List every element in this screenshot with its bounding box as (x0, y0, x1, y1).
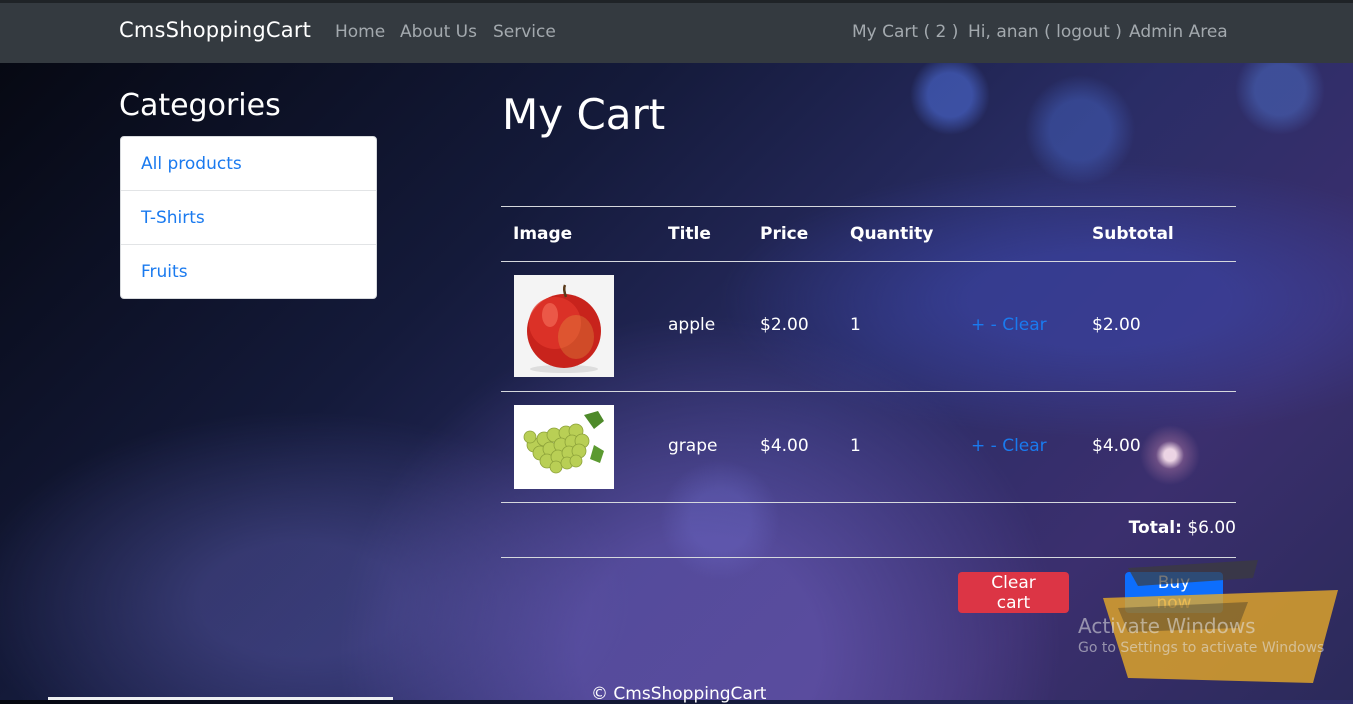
top-navbar: CmsShoppingCart Home About Us Service My… (0, 0, 1353, 63)
total-label: Total: (1128, 518, 1182, 538)
nav-service-link[interactable]: Service (493, 22, 556, 42)
row-actions: + - Clear (971, 315, 1047, 335)
apple-image (514, 275, 614, 377)
row-quantity: 1 (850, 436, 861, 456)
header-image: Image (513, 224, 573, 244)
nav-user-logout-link[interactable]: Hi, anan ( logout ) (968, 22, 1122, 42)
row-title: grape (668, 436, 718, 456)
decrease-quantity-link[interactable]: - (991, 315, 997, 335)
header-price: Price (760, 224, 809, 244)
category-item[interactable]: Fruits (121, 245, 376, 298)
activate-line1: Activate Windows (1078, 614, 1256, 638)
category-item[interactable]: T-Shirts (121, 191, 376, 245)
row-title: apple (668, 315, 716, 335)
category-fruits-link[interactable]: Fruits (141, 262, 188, 282)
table-divider (501, 261, 1236, 262)
header-quantity: Quantity (850, 224, 934, 244)
increase-quantity-link[interactable]: + (971, 315, 985, 335)
clear-item-link[interactable]: Clear (1002, 436, 1046, 456)
cart-total: Total: $6.00 (1129, 518, 1236, 538)
nav-my-cart-link[interactable]: My Cart ( 2 ) (852, 22, 958, 42)
brand-link[interactable]: CmsShoppingCart (119, 18, 311, 42)
activate-line2: Go to Settings to activate Windows (1078, 640, 1325, 656)
row-price: $2.00 (760, 315, 809, 335)
page-title: My Cart (502, 90, 666, 139)
row-actions: + - Clear (971, 436, 1047, 456)
increase-quantity-link[interactable]: + (971, 436, 985, 456)
row-quantity: 1 (850, 315, 861, 335)
table-divider (501, 502, 1236, 503)
clear-cart-button[interactable]: Clear cart (958, 572, 1069, 613)
nav-home-link[interactable]: Home (335, 22, 385, 42)
category-all-products-link[interactable]: All products (141, 154, 242, 174)
grape-image (514, 405, 614, 489)
categories-list: All products T-Shirts Fruits (120, 136, 377, 299)
categories-heading: Categories (119, 88, 281, 123)
activate-windows-watermark: Activate Windows Go to Settings to activ… (1078, 614, 1324, 656)
header-subtotal: Subtotal (1092, 224, 1174, 244)
header-title: Title (668, 224, 711, 244)
table-divider (501, 206, 1236, 207)
nav-about-link[interactable]: About Us (400, 22, 477, 42)
row-subtotal: $2.00 (1092, 315, 1141, 335)
footer-copyright: © CmsShoppingCart (591, 684, 767, 704)
category-tshirts-link[interactable]: T-Shirts (141, 208, 205, 228)
nav-admin-area-link[interactable]: Admin Area (1129, 22, 1228, 42)
clear-item-link[interactable]: Clear (1002, 315, 1046, 335)
category-item[interactable]: All products (121, 137, 376, 191)
row-price: $4.00 (760, 436, 809, 456)
decrease-quantity-link[interactable]: - (991, 436, 997, 456)
row-subtotal: $4.00 (1092, 436, 1141, 456)
table-divider (501, 391, 1236, 392)
total-value: $6.00 (1187, 518, 1236, 538)
